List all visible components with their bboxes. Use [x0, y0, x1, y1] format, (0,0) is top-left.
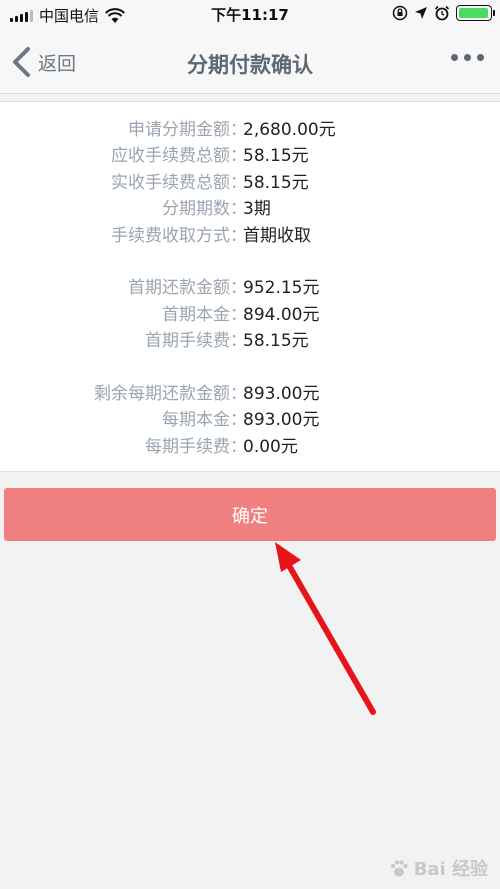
- more-options-button[interactable]: [451, 54, 484, 61]
- more-dot-icon: [451, 54, 458, 61]
- detail-label: 手续费收取方式: [111, 225, 230, 246]
- detail-value: 893.00元: [243, 383, 320, 404]
- detail-separator: ：: [230, 383, 247, 404]
- detail-separator: ：: [230, 225, 247, 246]
- detail-separator: ：: [230, 436, 247, 457]
- detail-row-periods: 分期期数： 3期: [0, 194, 500, 221]
- detail-value: 3期: [243, 199, 271, 220]
- detail-value: 2,680.00元: [243, 119, 336, 140]
- navigation-bar: 返回 分期付款确认: [0, 28, 500, 94]
- detail-row-fee-method: 手续费收取方式：首期收取: [0, 220, 500, 247]
- location-icon: [415, 7, 427, 19]
- watermark-text: Bai 经验: [413, 859, 488, 880]
- confirm-button[interactable]: 确定: [4, 488, 496, 541]
- detail-label: 实收手续费总额: [111, 172, 230, 193]
- detail-separator: ：: [230, 410, 247, 431]
- status-bar: 中国电信 下午11:17: [0, 0, 500, 28]
- annotation-arrow-head: [275, 542, 301, 572]
- detail-group-remaining-periods: 剩余每期还款金额： 893.00元 每期本金： 893.00元 每期手续费： 0.00…: [0, 378, 500, 458]
- detail-label: 首期手续费: [145, 331, 230, 352]
- more-dot-icon: [477, 54, 484, 61]
- detail-label: 剩余每期还款金额: [94, 383, 230, 404]
- detail-value: 首期收取: [243, 225, 311, 246]
- alarm-icon: [434, 5, 450, 21]
- detail-row-fee-receivable: 应收手续费总额： 58.15元: [0, 141, 500, 168]
- status-right: [392, 5, 495, 21]
- watermark: Bai 经验: [388, 855, 488, 881]
- battery-level: [459, 8, 488, 18]
- detail-label: 申请分期金额: [128, 119, 230, 140]
- detail-separator: ：: [230, 172, 247, 193]
- paw-icon: [390, 860, 408, 877]
- detail-row-fee-actual: 实收手续费总额： 58.15元: [0, 167, 500, 194]
- detail-value: 893.00元: [243, 410, 320, 431]
- detail-separator: ：: [230, 146, 247, 167]
- detail-row-remaining-repayment: 剩余每期还款金额： 893.00元: [0, 378, 500, 405]
- detail-value: 894.00元: [243, 304, 320, 325]
- detail-row-first-fee: 首期手续费： 58.15元: [0, 326, 500, 353]
- detail-label: 应收手续费总额: [111, 146, 230, 167]
- detail-row-applied-amount: 申请分期金额： 2,680.00元: [0, 114, 500, 141]
- annotation-arrow-shaft: [284, 559, 376, 715]
- detail-label: 首期本金: [162, 304, 230, 325]
- detail-row-period-principal: 每期本金： 893.00元: [0, 405, 500, 432]
- detail-separator: ：: [230, 331, 247, 352]
- page-title: 分期付款确认: [187, 53, 313, 77]
- detail-separator: ：: [230, 199, 247, 220]
- detail-row-first-repayment: 首期还款金额： 952.15元: [0, 273, 500, 300]
- detail-row-first-principal: 首期本金： 894.00元: [0, 299, 500, 326]
- detail-group-first-period: 首期还款金额： 952.15元 首期本金： 894.00元 首期手续费： 58.15元: [0, 273, 500, 353]
- detail-value: 58.15元: [243, 146, 309, 167]
- detail-label: 分期期数: [162, 199, 230, 220]
- detail-label: 每期本金: [162, 410, 230, 431]
- detail-row-period-fee: 每期手续费： 0.00元: [0, 431, 500, 458]
- detail-separator: ：: [230, 304, 247, 325]
- rotation-lock-icon: [392, 5, 408, 21]
- detail-label: 每期手续费: [145, 436, 230, 457]
- more-dot-icon: [464, 54, 471, 61]
- detail-value: 58.15元: [243, 331, 309, 352]
- detail-label: 首期还款金额: [128, 278, 230, 299]
- detail-separator: ：: [230, 119, 247, 140]
- installment-details: 申请分期金额： 2,680.00元 应收手续费总额： 58.15元 实收手续费总额：…: [0, 101, 500, 472]
- detail-value: 58.15元: [243, 172, 309, 193]
- detail-value: 952.15元: [243, 278, 320, 299]
- detail-group-summary: 申请分期金额： 2,680.00元 应收手续费总额： 58.15元 实收手续费总额：…: [0, 114, 500, 247]
- battery-icon: [456, 5, 495, 21]
- detail-value: 0.00元: [243, 436, 298, 457]
- detail-separator: ：: [230, 278, 247, 299]
